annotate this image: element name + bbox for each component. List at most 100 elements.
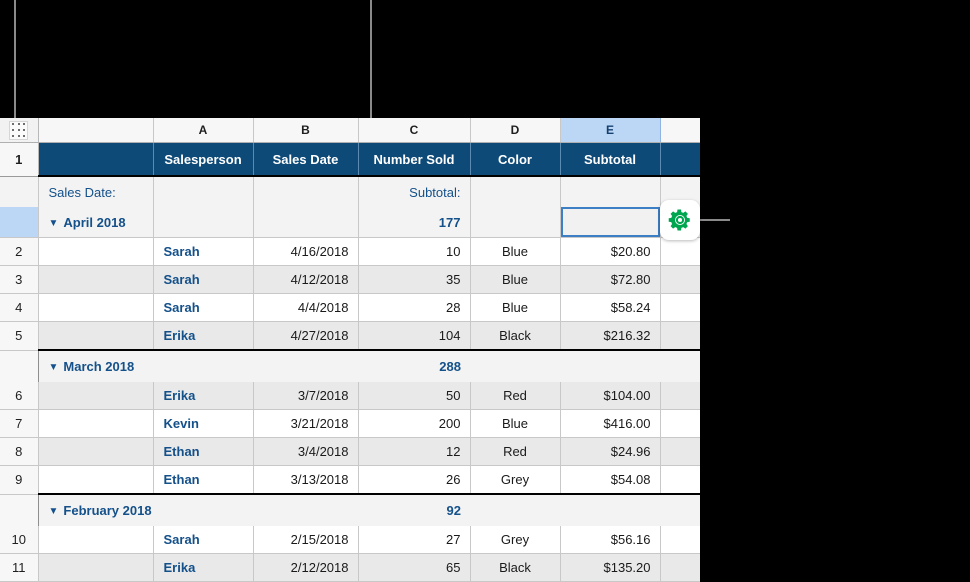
cell-salesperson[interactable]: Sarah [152,526,254,554]
row-number[interactable]: 4 [0,293,39,322]
cell-salesperson[interactable]: Ethan [152,437,254,466]
column-header-b[interactable]: B [253,118,359,143]
row-number[interactable]: 7 [0,409,39,438]
group-february-d[interactable] [470,494,560,526]
cell-salesperson[interactable]: Erika [152,382,254,410]
cell-label[interactable] [37,237,154,266]
cell-color[interactable]: Blue [470,265,561,294]
cell-label[interactable] [37,293,154,322]
disclosure-triangle-icon[interactable]: ▼ [49,506,59,517]
category-summary-label[interactable]: Subtotal: [358,176,471,207]
cell-f[interactable] [660,465,700,495]
cell-salesperson[interactable]: Ethan [152,465,254,495]
cell-label[interactable] [37,526,154,554]
group-summary-row[interactable]: ▼ February 2018 92 [0,494,700,526]
row-number-group-march[interactable] [0,350,38,382]
cell-number-sold[interactable]: 28 [358,293,471,322]
cell-subtotal[interactable]: $72.80 [560,265,661,294]
cell-number-sold[interactable]: 104 [358,321,471,351]
cell-number-sold[interactable]: 26 [358,465,471,495]
row-number-1[interactable]: 1 [0,142,39,177]
header-cell-number-sold[interactable]: Number Sold [358,142,471,177]
header-cell-sales-date[interactable]: Sales Date [253,142,359,177]
cell-f[interactable] [660,437,700,466]
group-march-b[interactable] [253,350,358,382]
column-header-row[interactable]: A B C D E [0,118,700,143]
cell-color[interactable]: Blue [470,409,561,438]
cell-f[interactable] [660,237,700,266]
table-row[interactable]: 6 Erika 3/7/2018 50 Red $104.00 [0,382,700,410]
group-march-total[interactable]: 288 [358,350,470,382]
column-header-c[interactable]: C [358,118,471,143]
group-february-e[interactable] [560,494,660,526]
select-all-corner[interactable] [0,118,39,143]
cell-f[interactable] [660,293,700,322]
category-header-d[interactable] [470,176,561,207]
cell-f[interactable] [660,265,700,294]
cell-subtotal[interactable]: $104.00 [560,382,661,410]
column-header-label[interactable] [38,118,154,143]
header-cell-subtotal[interactable]: Subtotal [560,142,661,177]
cell-sales-date[interactable]: 3/21/2018 [253,409,359,438]
cell-color[interactable]: Blue [470,293,561,322]
header-cell-f[interactable] [660,142,700,177]
gear-button[interactable] [660,200,700,240]
group-february-total[interactable]: 92 [358,494,470,526]
cell-subtotal[interactable]: $24.96 [560,437,661,466]
cell-number-sold[interactable]: 35 [358,265,471,294]
group-april-d[interactable] [470,207,561,238]
table-row[interactable]: 5 Erika 4/27/2018 104 Black $216.32 [0,321,700,351]
row-number[interactable]: 3 [0,265,39,294]
cell-color[interactable]: Grey [470,465,561,495]
group-april-a[interactable] [153,207,254,238]
cell-sales-date[interactable]: 4/12/2018 [253,265,359,294]
cell-salesperson[interactable]: Sarah [152,237,254,266]
group-march-d[interactable] [470,350,560,382]
group-march-f[interactable] [660,350,700,382]
cell-color[interactable]: Red [470,437,561,466]
group-february-f[interactable] [660,494,700,526]
table-row[interactable]: 7 Kevin 3/21/2018 200 Blue $416.00 [0,409,700,438]
cell-color[interactable]: Blue [470,237,561,266]
cell-number-sold[interactable]: 50 [358,382,471,410]
cell-label[interactable] [37,409,154,438]
cell-label[interactable] [37,382,154,410]
spreadsheet-grid[interactable]: A B C D E 1 Salesperson Sales Date Numbe… [0,118,700,582]
column-header-f[interactable] [660,118,700,143]
group-february-a[interactable] [153,494,253,526]
disclosure-triangle-icon[interactable]: ▼ [49,362,59,373]
cell-color[interactable]: Black [470,321,561,351]
row-number[interactable]: 2 [0,237,39,266]
column-header-d[interactable]: D [470,118,561,143]
table-row[interactable]: 4 Sarah 4/4/2018 28 Blue $58.24 [0,293,700,322]
cell-number-sold[interactable]: 12 [358,437,471,466]
row-number[interactable]: 9 [0,465,39,495]
disclosure-triangle-icon[interactable]: ▼ [49,218,59,229]
category-header-e[interactable] [560,176,661,207]
row-number-group-february[interactable] [0,494,38,526]
cell-f[interactable] [660,409,700,438]
cell-subtotal[interactable]: $20.80 [560,237,661,266]
row-number[interactable]: 5 [0,321,39,351]
cell-sales-date[interactable]: 2/15/2018 [253,526,359,554]
table-row[interactable]: 10 Sarah 2/15/2018 27 Grey $56.16 [0,526,700,554]
column-header-e[interactable]: E [560,118,661,143]
group-april-b[interactable] [253,207,359,238]
cell-color[interactable]: Grey [470,526,561,554]
cell-subtotal[interactable]: $54.08 [560,465,661,495]
cell-f[interactable] [660,321,700,351]
table-row[interactable]: 2 Sarah 4/16/2018 10 Blue $20.80 [0,237,700,266]
cell-sales-date[interactable]: 3/13/2018 [253,465,359,495]
cell-label[interactable] [37,321,154,351]
group-name-march[interactable]: ▼ March 2018 [37,350,153,382]
cell-f[interactable] [660,526,700,554]
group-march-e[interactable] [560,350,660,382]
group-name-april[interactable]: ▼ April 2018 [37,207,154,238]
table-row[interactable]: 9 Ethan 3/13/2018 26 Grey $54.08 [0,465,700,495]
header-cell-color[interactable]: Color [470,142,561,177]
row-number[interactable]: 8 [0,437,39,466]
cell-color[interactable]: Red [470,382,561,410]
cell-label[interactable] [37,265,154,294]
cell-label[interactable] [37,465,154,495]
cell-salesperson[interactable]: Kevin [152,409,254,438]
